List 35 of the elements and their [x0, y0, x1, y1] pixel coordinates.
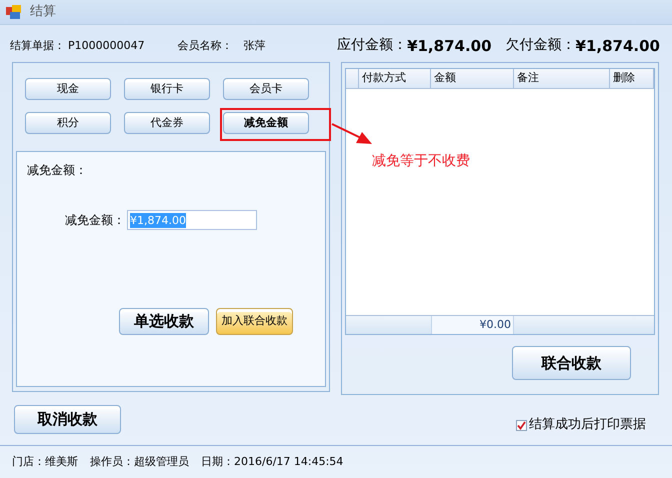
bill-label: 结算单据： — [10, 38, 65, 54]
app-icon — [6, 4, 22, 20]
status-text: 门店：维美斯 — [12, 454, 78, 470]
window-title: 结算 — [30, 3, 56, 22]
amount-due: ¥1,874.00 — [407, 36, 492, 56]
column-header[interactable]: 付款方式 — [359, 69, 431, 88]
column-header[interactable]: 备注 — [514, 69, 610, 88]
member-label: 会员名称： — [178, 38, 233, 54]
payment-method-button[interactable]: 现金 — [25, 78, 111, 100]
annotation-text: 减免等于不收费 — [372, 152, 470, 171]
bill-number: P1000000047 — [68, 38, 145, 54]
member-name: 张萍 — [244, 38, 266, 54]
panel-title: 减免金额： — [26, 162, 88, 179]
status-text: 操作员：超级管理员 — [90, 454, 189, 470]
total-amount: ¥0.00 — [431, 316, 514, 334]
column-header[interactable]: 删除 — [610, 69, 654, 88]
combined-collect-button[interactable]: 联合收款 — [512, 346, 631, 380]
payment-method-button[interactable]: 减免金额 — [223, 112, 309, 134]
amount-due-label: 应付金额： — [337, 36, 408, 56]
collect-button[interactable]: 加入联合收款 — [216, 308, 293, 335]
annotation-arrow — [331, 121, 373, 147]
checkbox-label: 结算成功后打印票据 — [529, 416, 646, 434]
column-header[interactable]: 金额 — [431, 69, 514, 88]
field-value: ¥1,874.00 — [130, 212, 186, 228]
amount-owed-label: 欠付金额： — [506, 36, 576, 56]
payment-method-button[interactable]: 积分 — [25, 112, 111, 134]
payment-method-button[interactable]: 银行卡 — [124, 78, 210, 100]
field-label: 减免金额： — [64, 212, 125, 229]
status-text: 日期：2016/6/17 14:45:54 — [201, 454, 344, 470]
payment-method-button[interactable]: 会员卡 — [223, 78, 309, 100]
cancel-button[interactable]: 取消收款 — [14, 404, 121, 434]
print-checkbox[interactable] — [516, 420, 527, 430]
payment-method-button[interactable]: 代金券 — [124, 112, 210, 134]
amount-owed: ¥1,874.00 — [576, 36, 660, 56]
collect-button[interactable]: 单选收款 — [119, 308, 209, 335]
